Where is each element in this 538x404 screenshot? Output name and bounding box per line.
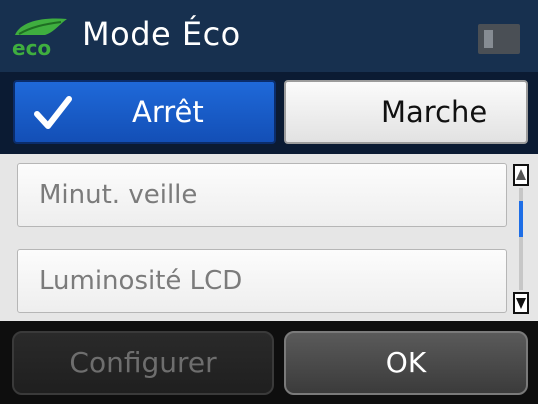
off-button-label: Arrêt — [132, 95, 204, 129]
configure-button[interactable]: Configurer — [12, 331, 274, 395]
scroll-down-button[interactable] — [513, 292, 529, 314]
eco-mode-toggle: Arrêt Marche — [0, 72, 538, 154]
page-title: Mode Éco — [82, 15, 241, 53]
list-item-lcd-brightness[interactable]: Luminosité LCD — [17, 249, 507, 313]
eco-icon-text: eco — [12, 36, 51, 57]
ok-button[interactable]: OK — [284, 331, 528, 395]
scrollbar[interactable] — [513, 164, 529, 314]
list-item-sleep-timer[interactable]: Minut. veille — [17, 163, 507, 227]
scroll-track — [519, 188, 523, 290]
action-bar: Configurer OK — [0, 321, 538, 404]
eco-icon: eco — [12, 18, 67, 57]
status-indicator — [478, 24, 520, 54]
title-bar: eco Mode Éco — [0, 0, 538, 72]
on-button-label: Marche — [381, 95, 488, 129]
status-indicator-mark — [484, 30, 493, 48]
checkmark-icon — [34, 96, 72, 129]
list-item-label: Luminosité LCD — [39, 266, 243, 296]
scroll-up-button[interactable] — [513, 164, 529, 186]
lcd-screen: eco Mode Éco Arrêt Marche Minut. veille … — [0, 0, 538, 404]
triangle-up-icon — [516, 169, 526, 180]
off-button[interactable]: Arrêt — [13, 80, 276, 144]
settings-list: Minut. veille Luminosité LCD — [0, 154, 538, 321]
on-button[interactable]: Marche — [284, 80, 528, 144]
list-item-label: Minut. veille — [39, 180, 198, 210]
triangle-down-icon — [516, 298, 526, 309]
scroll-thumb[interactable] — [519, 201, 523, 237]
